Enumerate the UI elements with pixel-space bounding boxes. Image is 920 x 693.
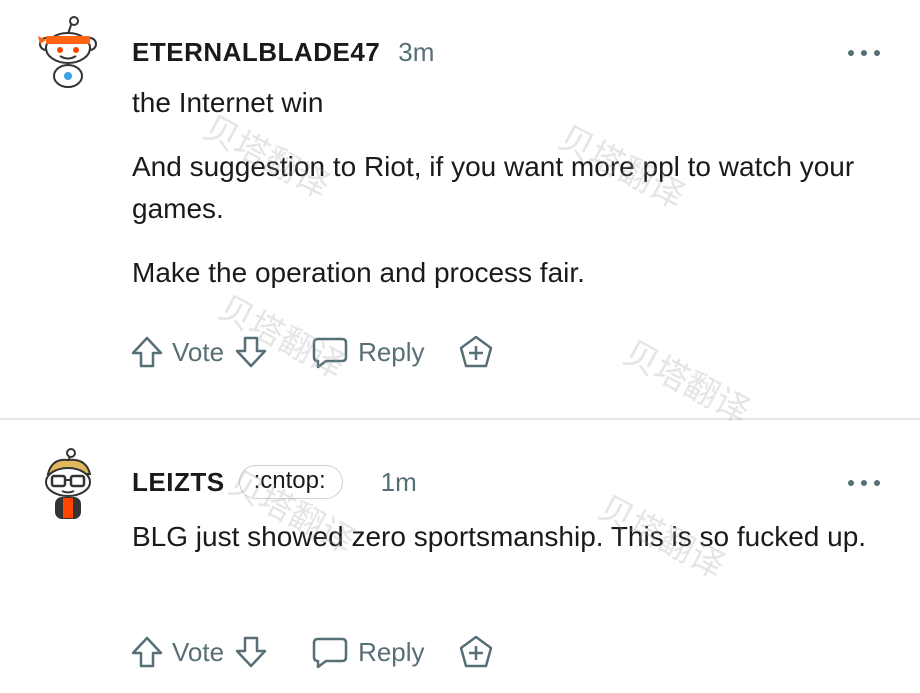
comment-paragraph: And suggestion to Riot, if you want more… (132, 151, 855, 224)
arrow-down-outline-icon (235, 636, 267, 668)
avatar[interactable] (36, 14, 100, 88)
ellipsis-icon (848, 50, 854, 56)
ellipsis-icon (848, 480, 854, 486)
comment-body: BLG just showed zero sportsmanship. This… (132, 516, 872, 580)
upvote-button[interactable] (130, 335, 164, 369)
comment: ETERNALBLADE47 3m the Internet win And s… (0, 0, 920, 418)
speech-bubble-icon (312, 637, 348, 669)
comment-paragraph: the Internet win (132, 87, 324, 118)
comment-meta: ETERNALBLADE47 3m (132, 32, 434, 72)
reply-button[interactable]: Reply (312, 335, 425, 369)
more-options-button[interactable] (848, 46, 880, 60)
username[interactable]: ETERNALBLADE47 (132, 37, 380, 68)
speech-bubble-icon (312, 337, 348, 369)
downvote-button[interactable] (234, 335, 268, 369)
award-plus-icon (459, 635, 492, 668)
comment: LEIZTS :cntop: 1m BLG just showed zero s… (0, 420, 920, 693)
vote-label: Vote (172, 336, 225, 367)
avatar[interactable] (36, 446, 100, 520)
reply-label: Reply (358, 336, 425, 367)
award-button[interactable] (457, 334, 495, 370)
timestamp: 3m (398, 36, 435, 67)
arrow-up-outline-icon (131, 636, 163, 668)
vote-group: Vote (130, 335, 268, 369)
username[interactable]: LEIZTS (132, 467, 225, 498)
award-button[interactable] (457, 634, 495, 670)
comment-actions: Vote Reply (130, 330, 495, 374)
reply-label: Reply (358, 636, 425, 667)
comment-body: the Internet win And suggestion to Riot,… (132, 82, 872, 316)
arrow-down-outline-icon (235, 336, 267, 368)
downvote-button[interactable] (234, 635, 268, 669)
vote-label: Vote (172, 636, 225, 667)
comment-paragraph: BLG just showed zero sportsmanship. This… (132, 521, 867, 552)
comment-meta: LEIZTS :cntop: 1m (132, 462, 417, 502)
user-flair: :cntop: (238, 465, 343, 499)
vote-group: Vote (130, 635, 268, 669)
comment-thread: ETERNALBLADE47 3m the Internet win And s… (0, 0, 920, 693)
upvote-button[interactable] (130, 635, 164, 669)
arrow-up-outline-icon (131, 336, 163, 368)
comment-paragraph: Make the operation and process fair. (132, 257, 585, 288)
timestamp: 1m (380, 466, 417, 497)
award-plus-icon (459, 335, 492, 368)
reply-button[interactable]: Reply (312, 635, 425, 669)
comment-actions: Vote Reply (130, 630, 495, 674)
more-options-button[interactable] (848, 476, 880, 490)
